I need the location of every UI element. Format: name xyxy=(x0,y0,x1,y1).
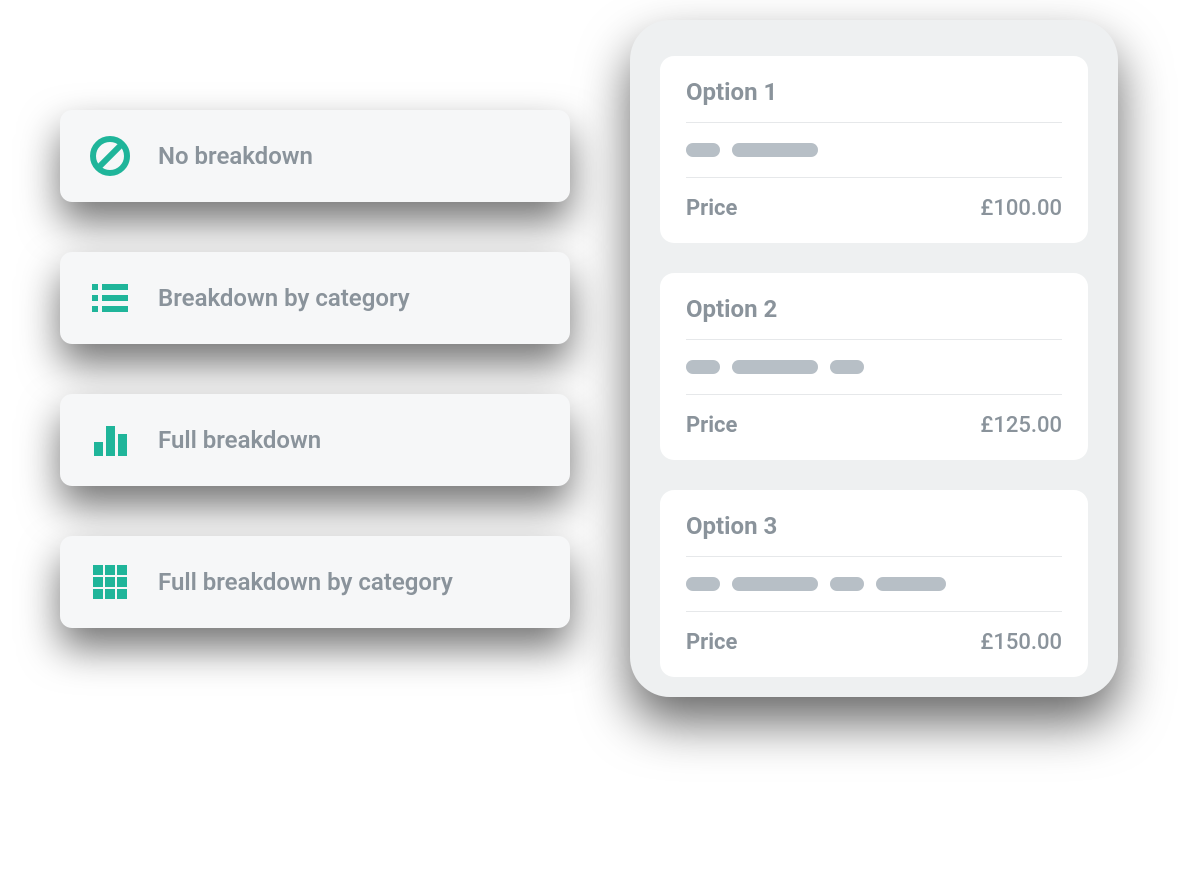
skeleton-chip xyxy=(732,360,818,374)
card-price-row: Price £150.00 xyxy=(686,612,1062,655)
price-label: Price xyxy=(686,196,737,221)
card-skeleton xyxy=(686,557,1062,612)
card-title: Option 2 xyxy=(686,295,1062,340)
option-breakdown-by-category[interactable]: Breakdown by category xyxy=(60,252,570,344)
breakdown-options-list: No breakdown Breakdown by category xyxy=(60,110,570,628)
card-price-row: Price £125.00 xyxy=(686,395,1062,438)
skeleton-chip xyxy=(686,577,720,591)
card-title: Option 1 xyxy=(686,78,1062,123)
skeleton-chip xyxy=(732,577,818,591)
preview-panel: Option 1 Price £100.00 Option 2 Price £1… xyxy=(630,20,1118,697)
option-label: No breakdown xyxy=(158,142,313,170)
option-no-breakdown[interactable]: No breakdown xyxy=(60,110,570,202)
price-value: £100.00 xyxy=(980,196,1062,221)
skeleton-chip xyxy=(732,143,818,157)
option-card-3: Option 3 Price £150.00 xyxy=(660,490,1088,677)
price-label: Price xyxy=(686,630,737,655)
option-card-2: Option 2 Price £125.00 xyxy=(660,273,1088,460)
list-icon xyxy=(88,276,132,320)
option-full-breakdown-by-category[interactable]: Full breakdown by category xyxy=(60,536,570,628)
skeleton-chip xyxy=(876,577,946,591)
skeleton-chip xyxy=(686,360,720,374)
skeleton-chip xyxy=(686,143,720,157)
layout-container: No breakdown Breakdown by category xyxy=(0,0,1200,717)
option-label: Full breakdown by category xyxy=(158,568,453,596)
option-label: Breakdown by category xyxy=(158,284,410,312)
card-skeleton xyxy=(686,123,1062,178)
card-title: Option 3 xyxy=(686,512,1062,557)
option-card-1: Option 1 Price £100.00 xyxy=(660,56,1088,243)
prohibit-icon xyxy=(88,134,132,178)
price-label: Price xyxy=(686,413,737,438)
price-value: £150.00 xyxy=(980,630,1062,655)
skeleton-chip xyxy=(830,577,864,591)
skeleton-chip xyxy=(830,360,864,374)
option-full-breakdown[interactable]: Full breakdown xyxy=(60,394,570,486)
grid-icon xyxy=(88,560,132,604)
bar-chart-icon xyxy=(88,418,132,462)
option-label: Full breakdown xyxy=(158,426,321,454)
price-value: £125.00 xyxy=(980,413,1062,438)
card-skeleton xyxy=(686,340,1062,395)
card-price-row: Price £100.00 xyxy=(686,178,1062,221)
